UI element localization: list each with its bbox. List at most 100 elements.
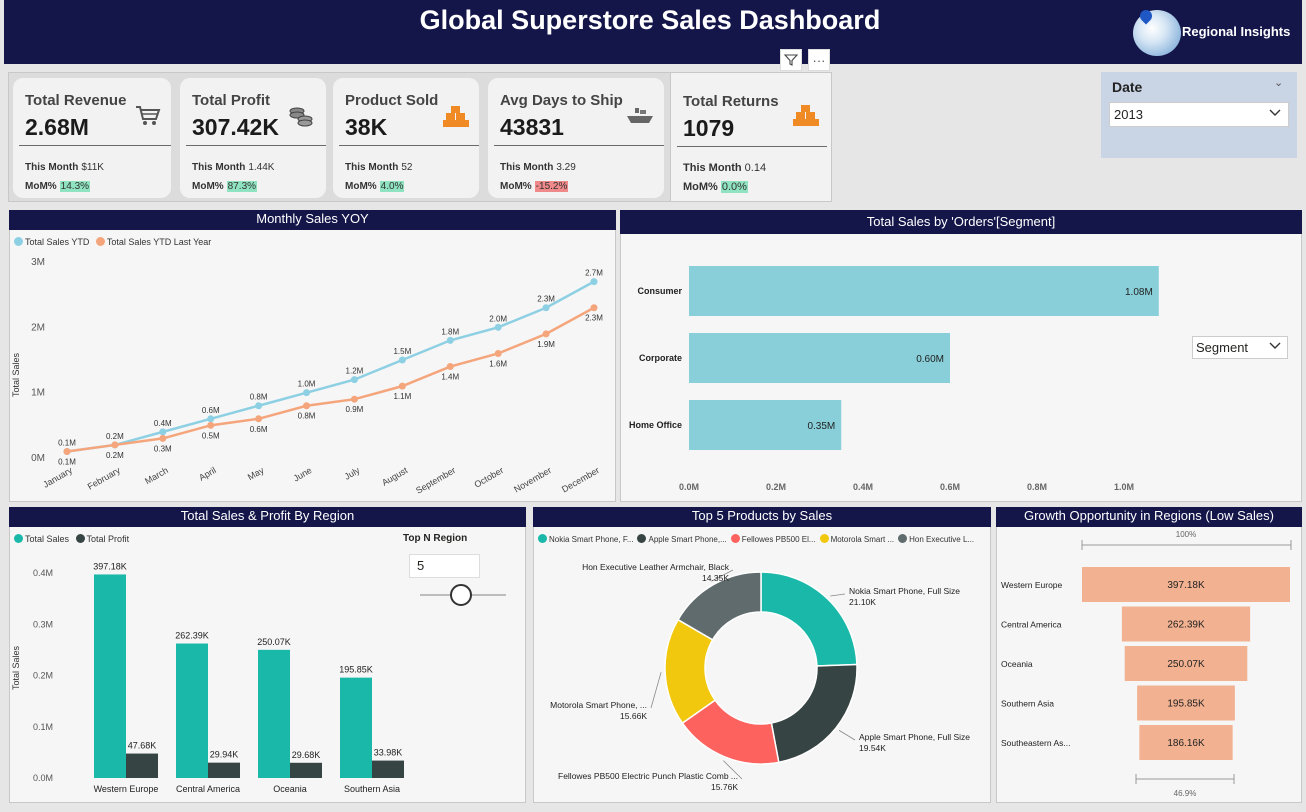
y-tick-label: 0.3M (33, 619, 53, 629)
data-label: 1.08M (1125, 287, 1153, 298)
chart-title: Total Sales by 'Orders'[Segment] (620, 210, 1302, 234)
kpi-title: Product Sold (345, 92, 439, 109)
data-label: 33.98K (374, 748, 403, 758)
kpi-divider (494, 145, 664, 146)
legend-label: Nokia Smart Phone, F... (549, 535, 634, 544)
data-label: 1.0M (298, 380, 316, 389)
data-label: 0.2M (106, 432, 124, 441)
slice-value: 14.35K (702, 573, 729, 583)
data-point (159, 428, 167, 436)
y-tick-label: 1M (31, 388, 45, 399)
data-label: 47.68K (128, 741, 157, 751)
data-point (446, 363, 454, 371)
data-label: 0.2M (106, 451, 124, 460)
category-label: Western Europe (94, 784, 159, 794)
kpi-value: 38K (345, 114, 388, 140)
date-dropdown[interactable]: 2013 (1109, 102, 1289, 127)
data-label: 0.60M (916, 354, 944, 365)
data-label: 195.85K (1167, 699, 1205, 710)
category-label: Central America (1001, 620, 1062, 630)
x-tick-label: October (472, 465, 505, 490)
category-label: Southern Asia (344, 784, 400, 794)
kpi-title: Total Revenue (25, 92, 127, 109)
sales-bar (94, 574, 126, 778)
legend-label: Apple Smart Phone,... (648, 535, 727, 544)
category-label: Consumer (637, 286, 682, 296)
monthly-sales-chart: Total Sales 0M 1M 2M 3M January February March A… (11, 257, 603, 496)
category-label: Southern Asia (1001, 699, 1054, 709)
data-label: 195.85K (339, 665, 373, 675)
leader-line (838, 730, 856, 741)
chevron-down-icon[interactable]: ⌄ (1274, 76, 1283, 89)
data-label: 0.35M (807, 421, 835, 432)
category-label: Corporate (639, 353, 682, 363)
x-tick-label: 0.0M (679, 482, 699, 492)
y-tick-label: 0.4M (33, 568, 53, 578)
sales-bar (258, 649, 290, 778)
kpi-mom-value: 4.0% (379, 181, 405, 192)
data-label: 262.39K (1167, 620, 1205, 631)
regional-insights-link[interactable]: Regional Insights (1182, 24, 1290, 39)
funnel-bottom-label: 46.9% (1174, 789, 1197, 798)
data-label: 2.7M (585, 269, 603, 278)
segment-bar (689, 333, 950, 383)
segment-dropdown[interactable]: Segment (1192, 336, 1288, 359)
data-point (494, 349, 502, 357)
data-point (350, 376, 358, 384)
topn-input[interactable]: 5 (409, 554, 480, 578)
series-line (66, 306, 595, 453)
y-tick-label: 0.0M (33, 773, 53, 783)
region-sales-chart: Total Sales 0.0M 0.1M 0.2M 0.3M 0.4M 397.18K 47… (11, 561, 404, 794)
kpi-divider (339, 145, 479, 146)
data-label: 262.39K (175, 631, 209, 641)
data-label: 0.1M (58, 457, 76, 466)
kpi-mom-value: 87.3% (226, 181, 258, 192)
slice-name: Hon Executive Leather Armchair, Black (582, 562, 730, 572)
kpi-month-value: 52 (401, 162, 413, 173)
data-label: 1.4M (441, 373, 459, 382)
chevron-down-icon (1268, 339, 1282, 356)
y-tick-label: 0M (31, 453, 45, 464)
legend-dot-icon (819, 534, 829, 543)
data-label: 29.94K (210, 750, 239, 760)
data-label: 29.68K (292, 750, 321, 760)
slice-value: 19.54K (859, 743, 886, 753)
x-tick-label: September (414, 465, 457, 496)
data-label: 397.18K (1167, 580, 1205, 591)
slice-name: Nokia Smart Phone, Full Size (849, 586, 960, 596)
series-line (66, 280, 595, 453)
kpi-mom-row: MoM% -15.2% (500, 181, 569, 192)
x-tick-label: 0.6M (940, 482, 960, 492)
x-tick-label: November (512, 465, 553, 494)
x-tick-label: April (197, 465, 218, 483)
data-label: 0.8M (298, 412, 316, 421)
data-point (590, 304, 598, 312)
legend-dot-icon (538, 534, 547, 543)
donut-slice (770, 663, 858, 764)
kpi-title: Total Returns (683, 93, 779, 110)
data-label: 1.1M (393, 392, 411, 401)
data-point (303, 389, 311, 397)
date-slicer-title: Date (1112, 79, 1143, 95)
data-label: 1.9M (537, 340, 555, 349)
data-point (398, 382, 406, 390)
slice-name: Motorola Smart Phone, ... (550, 700, 647, 710)
data-point (542, 330, 550, 338)
topn-title: Top N Region (403, 533, 468, 544)
kpi-month-value: 1.44K (248, 162, 275, 173)
kpi-title: Total Profit (192, 92, 271, 109)
kpi-month-row: This Month 52 (345, 162, 413, 173)
y-tick-label: 2M (31, 322, 45, 333)
kpi-mom-row: MoM% 87.3% (192, 181, 258, 192)
filter-icon[interactable] (780, 49, 802, 71)
data-point (63, 447, 71, 455)
funnel-top-label: 100% (1176, 530, 1196, 539)
more-options-icon[interactable]: ··· (808, 49, 830, 71)
data-point (350, 395, 358, 403)
legend-dot-icon (637, 534, 647, 543)
data-label: 0.4M (154, 419, 172, 428)
data-label: 250.07K (257, 637, 291, 647)
topn-slider-handle[interactable] (450, 584, 472, 606)
x-tick-label: February (86, 465, 123, 492)
top-products-chart: Nokia Smart Phone, Full Size21.10K Apple … (550, 562, 970, 792)
